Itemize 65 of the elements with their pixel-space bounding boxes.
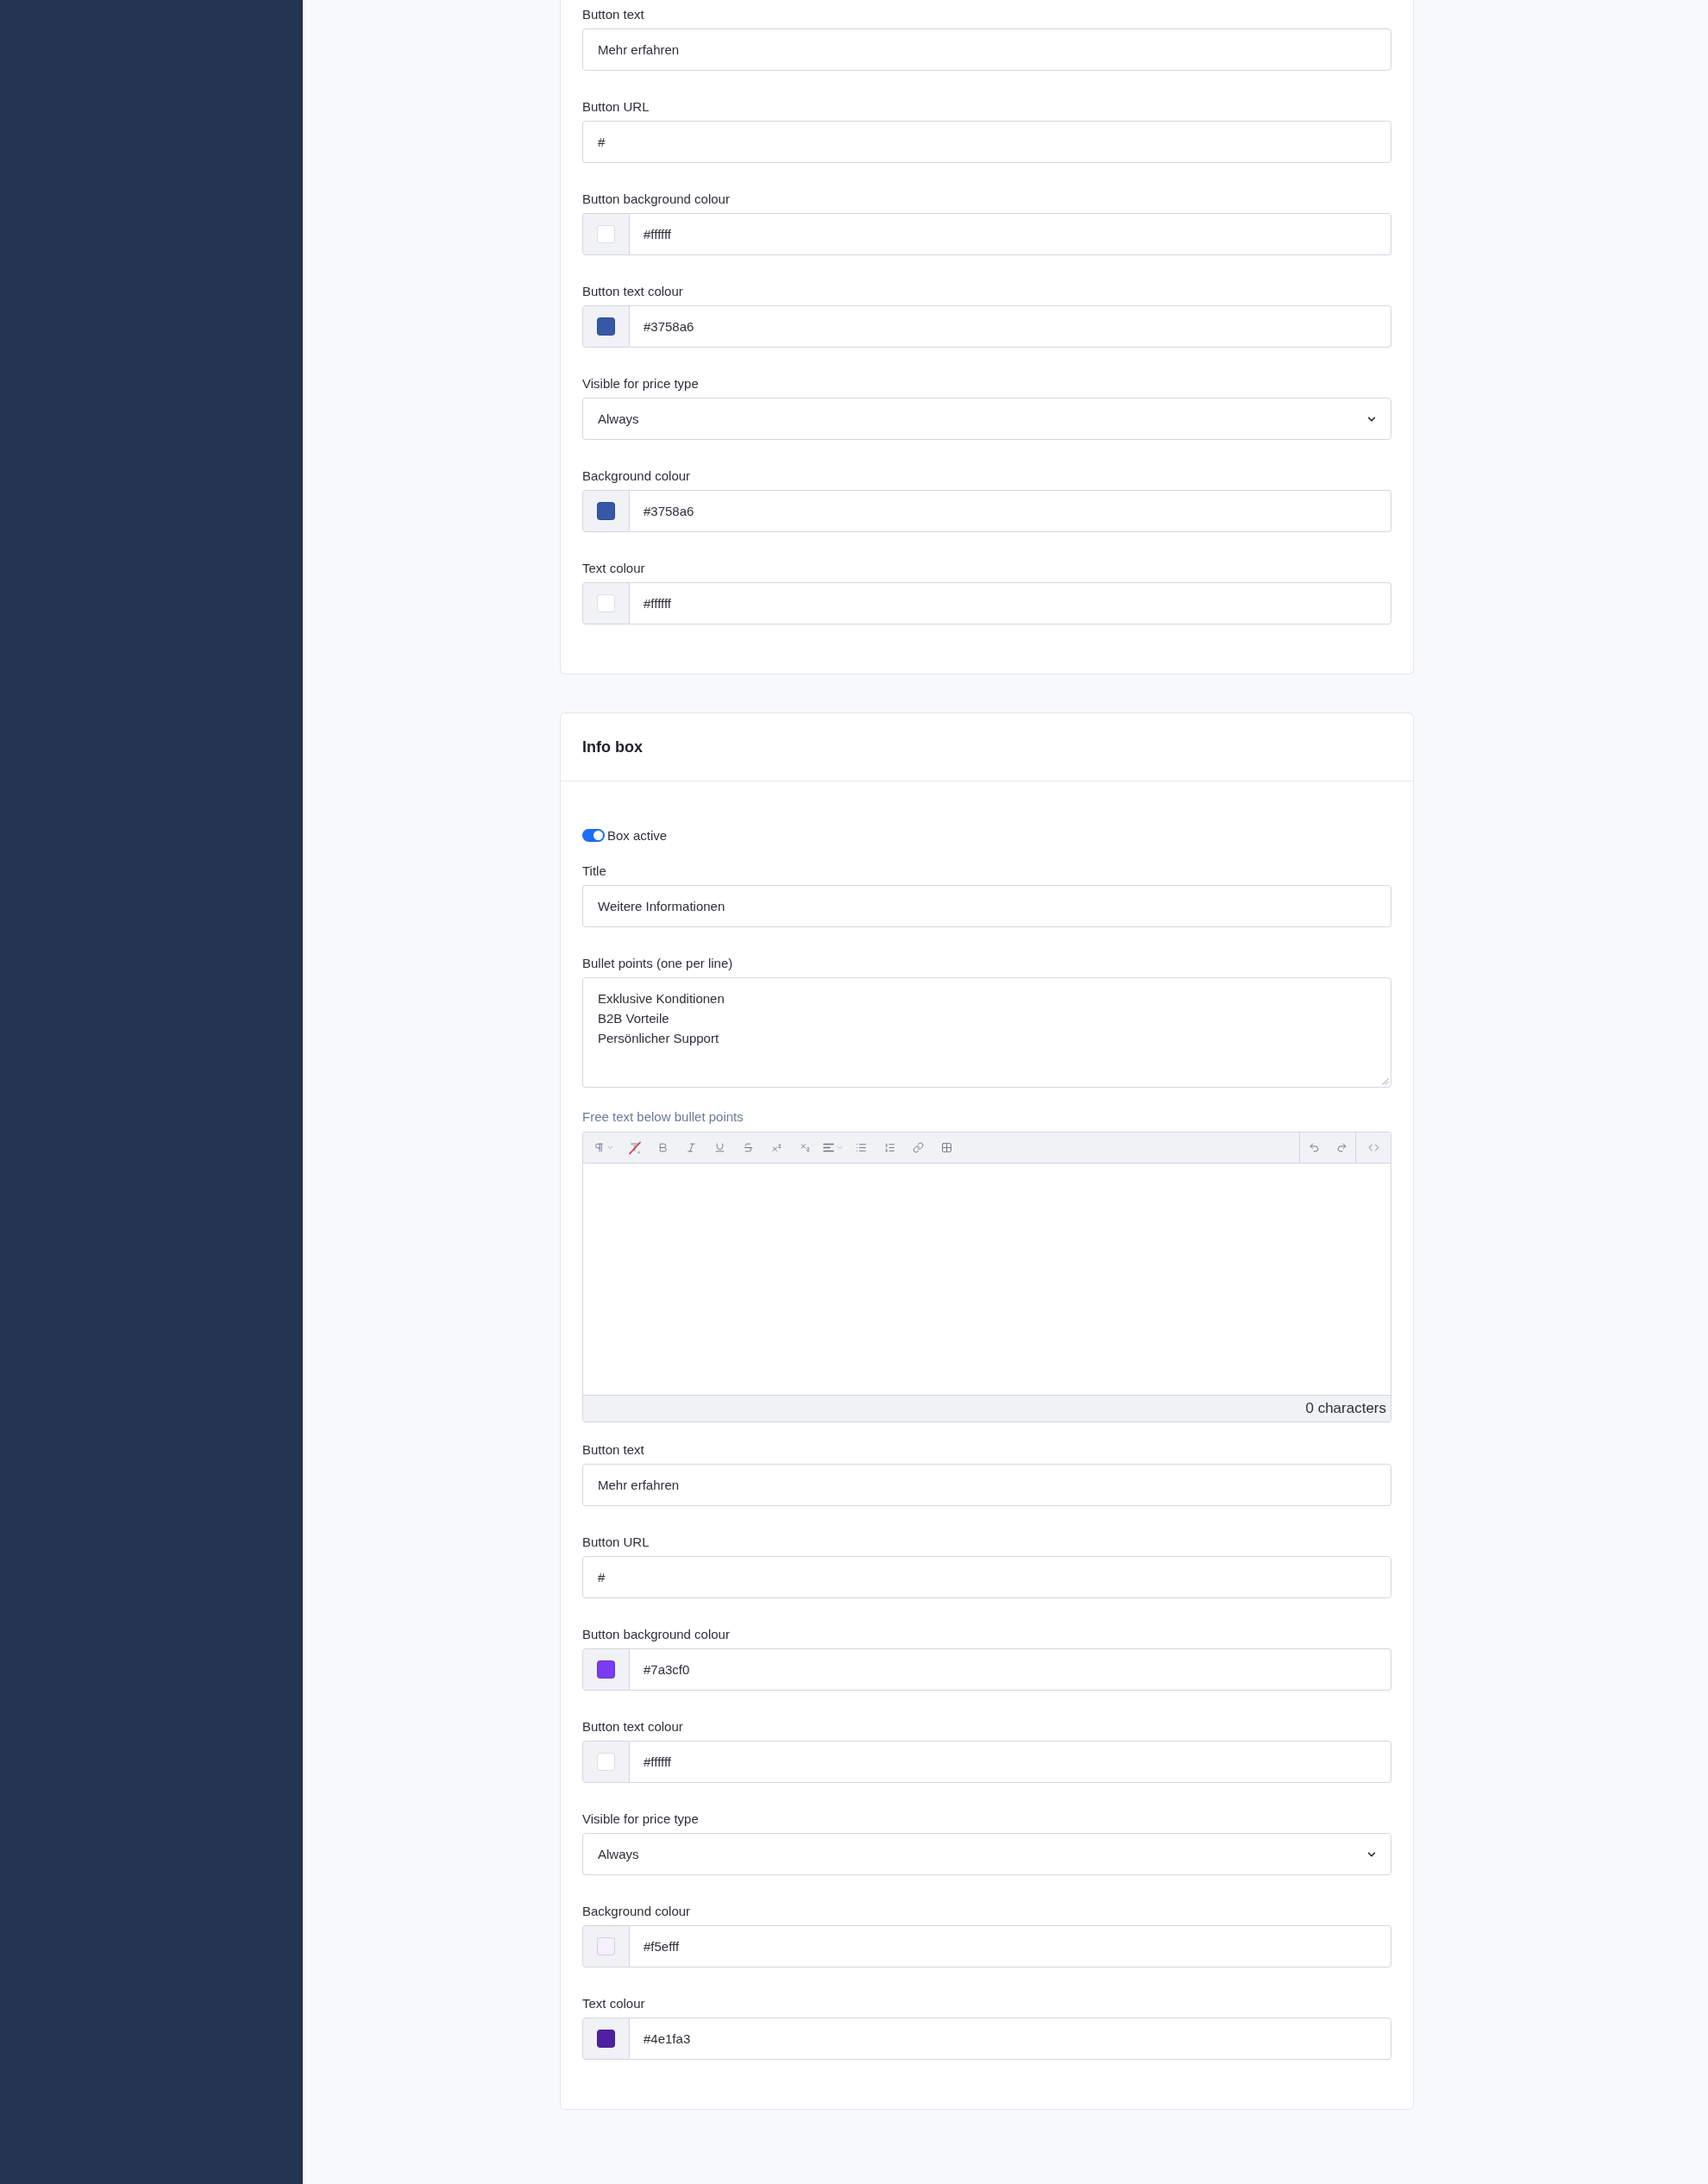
field-label: Free text below bullet points [582,1108,744,1126]
input-field[interactable]: #f5efff [630,1925,1391,1967]
field-label: Background colour [582,468,691,485]
field-label: Background colour [582,1903,691,1920]
field-label: Button background colour [582,1626,730,1643]
input-field[interactable]: Mehr erfahren [582,28,1391,71]
rich-text-editor[interactable]: 0 characters [582,1132,1391,1422]
code-icon [1367,1142,1379,1153]
link-icon [913,1142,924,1153]
input-field[interactable]: Weitere Informationen [582,885,1391,927]
color-picker-button[interactable] [582,490,630,532]
field-label: Button background colour [582,191,730,208]
input-field[interactable]: Mehr erfahren [582,1464,1391,1506]
grid-icon [941,1142,952,1153]
field-label: Button URL [582,98,650,116]
field-label: Button text [582,1441,644,1459]
field-label: Text colour [582,1995,645,2012]
superscript-icon [771,1142,782,1153]
field-label: Button text colour [582,283,683,300]
toggle-label: Box active [607,827,668,843]
field-label: Text colour [582,560,645,577]
field-label: Visible for price type [582,1811,699,1828]
color-picker-button[interactable] [582,213,630,255]
input-field[interactable]: #ffffff [630,1741,1391,1783]
field-label: Button text colour [582,1718,683,1735]
color-picker-button[interactable] [582,1648,630,1691]
color-picker-button[interactable] [582,2018,630,2060]
numbered-list-icon [884,1142,895,1153]
select-field[interactable]: Always [582,1833,1391,1875]
italic-icon [686,1142,697,1153]
textarea-field[interactable]: Exklusive Konditionen B2B Vorteile Persönlicher Support [582,977,1391,1088]
field-label: Title [582,863,606,880]
color-picker-button[interactable] [582,305,630,348]
toggle-switch[interactable] [582,828,605,842]
redo-icon [1335,1142,1347,1153]
chevron-down-icon [606,1144,614,1152]
input-field[interactable]: #3758a6 [630,490,1391,532]
input-field[interactable]: # [582,1556,1391,1598]
subscript-icon [800,1142,811,1153]
underline-icon [714,1142,725,1153]
resize-handle-icon[interactable] [1382,1078,1389,1085]
input-field[interactable]: #3758a6 [630,305,1391,348]
bullet-list-icon [856,1142,867,1153]
input-field[interactable]: # [582,121,1391,163]
input-field[interactable]: #ffffff [630,213,1391,255]
input-field[interactable]: #ffffff [630,582,1391,624]
select-field[interactable]: Always [582,398,1391,440]
bold-icon [657,1142,669,1153]
field-label: Visible for price type [582,375,699,392]
field-label: Bullet points (one per line) [582,955,733,972]
field-label: Button URL [582,1534,650,1551]
field-label: Button text [582,6,644,23]
card-title: Info box [582,737,643,756]
pilcrow-icon [593,1142,605,1153]
input-field[interactable]: #7a3cf0 [630,1648,1391,1691]
clear-formatting-icon [628,1140,642,1155]
undo-icon [1308,1142,1320,1153]
strikethrough-icon [743,1142,754,1153]
color-picker-button[interactable] [582,582,630,624]
align-left-icon [823,1143,834,1152]
input-field[interactable]: #4e1fa3 [630,2018,1391,2060]
character-count: 0 characters [1305,1400,1386,1417]
color-picker-button[interactable] [582,1925,630,1967]
color-picker-button[interactable] [582,1741,630,1783]
chevron-down-icon [836,1144,844,1152]
